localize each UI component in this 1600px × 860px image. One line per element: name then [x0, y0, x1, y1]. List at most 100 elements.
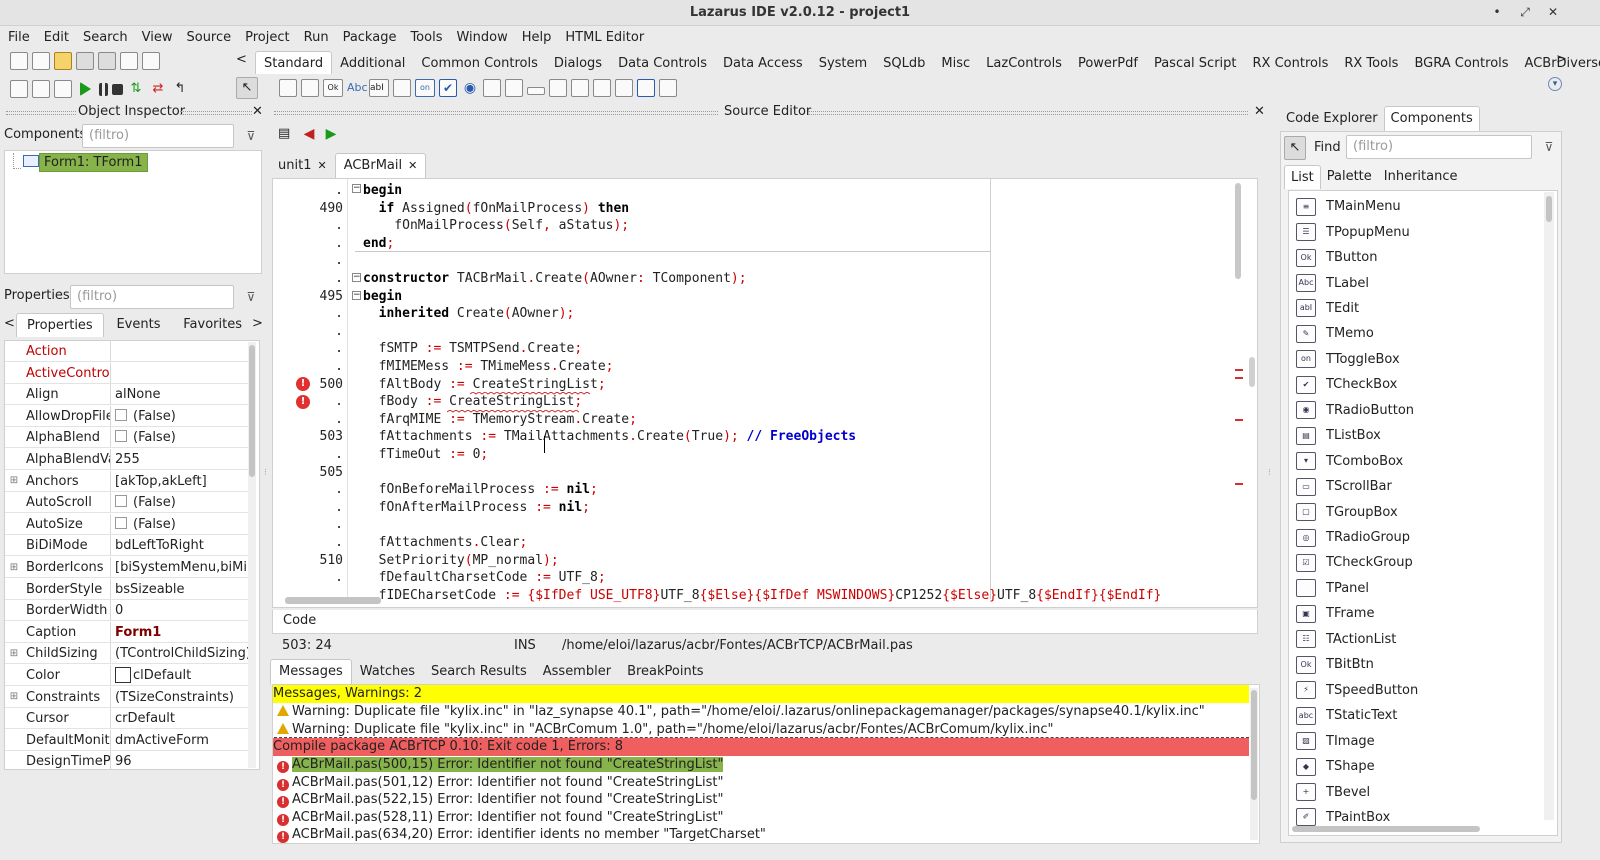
component-list-item[interactable]: Abc TLabel [1290, 270, 1540, 295]
menu-file[interactable]: File [8, 30, 30, 45]
component-list-hscroll[interactable] [1292, 826, 1480, 832]
component-list-item[interactable]: abc TStaticText [1290, 703, 1540, 728]
tframe-palette-icon[interactable] [637, 79, 655, 97]
right-tab-code-explorer[interactable]: Code Explorer [1280, 107, 1384, 131]
tab-events[interactable]: Events [106, 313, 170, 337]
palette-tab-rx-controls[interactable]: RX Controls [1245, 52, 1337, 74]
palette-menu-icon[interactable]: ▾ [1548, 77, 1562, 91]
tradiogroup-palette-icon[interactable] [571, 79, 589, 97]
tscrollbar-palette-icon[interactable] [527, 86, 545, 95]
close-tab-icon[interactable]: ✕ [408, 159, 417, 172]
property-value[interactable]: (False) [111, 406, 255, 426]
step-over-icon[interactable]: ⇄ [149, 80, 167, 98]
property-value[interactable] [111, 341, 255, 361]
tcombobox-palette-icon[interactable] [505, 79, 523, 97]
tab-code[interactable]: Code [283, 613, 316, 628]
palette-tab-powerpdf[interactable]: PowerPdf [1070, 52, 1146, 74]
editor-tab-unit1[interactable]: unit1 ✕ [270, 154, 335, 178]
palette-tab-misc[interactable]: Misc [933, 52, 978, 74]
minimize-button[interactable]: • [1488, 3, 1506, 21]
build-icon[interactable] [54, 80, 72, 98]
pointer-select-icon[interactable]: ↖ [1284, 136, 1306, 160]
palette-tab-standard[interactable]: Standard [255, 51, 333, 74]
code-editor[interactable]: . 490.... 495.... 500.. 503. 505.... 510.. beg… [272, 178, 1258, 608]
menu-html-editor[interactable]: HTML Editor [565, 30, 644, 45]
property-value[interactable]: (False) [111, 427, 255, 447]
tab-favorites[interactable]: Favorites [173, 313, 252, 337]
palette-tab-bgra-controls[interactable]: BGRA Controls [1406, 52, 1516, 74]
tcheckbox-palette-icon[interactable]: ✔ [439, 79, 457, 97]
property-value[interactable]: (False) [111, 492, 255, 512]
maximize-button[interactable]: ⤢ [1516, 3, 1534, 21]
property-row[interactable]: AlphaBlendValue 255 [5, 449, 255, 470]
component-list-item[interactable]: ▢ TGroupBox [1290, 499, 1540, 524]
property-value[interactable]: (TSizeConstraints) [111, 687, 255, 707]
subtab-inheritance[interactable]: Inheritance [1378, 165, 1464, 189]
new-unit-icon[interactable] [10, 52, 28, 70]
pause-icon[interactable] [99, 82, 108, 96]
component-list-item[interactable]: + TBevel [1290, 779, 1540, 804]
tedit-palette-icon[interactable]: abI [369, 79, 389, 97]
component-list-item[interactable]: ▾ TComboBox [1290, 449, 1540, 474]
property-value[interactable]: alNone [111, 384, 255, 404]
checkbox-icon[interactable] [115, 495, 127, 508]
component-list-item[interactable]: ✔ TCheckBox [1290, 372, 1540, 397]
properties-filter-input[interactable]: (filtro) [70, 285, 234, 309]
view-units-icon[interactable] [10, 80, 28, 98]
property-row[interactable]: BiDiMode bdLeftToRight [5, 535, 255, 557]
tgroupbox-palette-icon[interactable] [549, 79, 567, 97]
property-row[interactable]: ⊞ ChildSizing (TControlChildSizing) [5, 643, 255, 665]
property-row[interactable]: ⊞ Anchors [akTop,akLeft] [5, 470, 255, 492]
component-list-item[interactable]: ☷ TActionList [1290, 627, 1540, 652]
subtab-list[interactable]: List [1284, 165, 1321, 189]
checkbox-icon[interactable] [115, 516, 127, 529]
menu-source[interactable]: Source [186, 30, 231, 45]
property-value[interactable]: clDefault [111, 665, 255, 685]
error-marker-icon[interactable]: ! [296, 395, 310, 409]
property-row[interactable]: AutoScroll (False) [5, 492, 255, 514]
nav-back-icon[interactable]: ◀ [300, 125, 318, 143]
property-value[interactable]: 96 [111, 751, 255, 769]
stop-icon[interactable] [112, 83, 123, 95]
palette-scroll-left[interactable]: < [236, 52, 247, 67]
expand-icon[interactable]: ⊞ [5, 475, 23, 486]
menu-run[interactable]: Run [304, 30, 329, 45]
tpopupmenu-palette-icon[interactable] [301, 79, 319, 97]
property-row[interactable]: ⊞ Constraints (TSizeConstraints) [5, 686, 255, 708]
component-list-item[interactable]: ☑ TCheckGroup [1290, 550, 1540, 575]
component-list-item[interactable]: ▣ TFrame [1290, 601, 1540, 626]
run-icon[interactable] [80, 82, 91, 96]
ttogglebox-palette-icon[interactable]: on [415, 79, 435, 97]
property-value[interactable]: [biSystemMenu,biMinimize [111, 557, 255, 577]
open-icon[interactable] [54, 52, 72, 70]
error-line[interactable]: ! ACBrMail.pas(522,15) Error: Identifier … [273, 791, 1249, 809]
save-icon[interactable] [76, 52, 94, 70]
property-row[interactable]: Action [5, 341, 255, 362]
palette-tab-common-controls[interactable]: Common Controls [413, 52, 545, 74]
component-list-item[interactable]: ✎ TMemo [1290, 321, 1540, 346]
property-value[interactable]: bsSizeable [111, 579, 255, 599]
property-value[interactable] [111, 363, 255, 383]
property-row[interactable]: ActiveControl [5, 362, 255, 384]
error-line[interactable]: ! ACBrMail.pas(634,20) Error: identifier … [273, 826, 1249, 844]
code-hscroll-thumb[interactable] [285, 597, 381, 604]
menu-tools[interactable]: Tools [410, 30, 442, 45]
property-row[interactable]: BorderWidth 0 [5, 600, 255, 622]
new-form-icon[interactable] [32, 52, 50, 70]
close-window-button[interactable]: ✕ [1544, 3, 1562, 21]
step-into-icon[interactable]: ⇅ [127, 80, 145, 98]
component-find-input[interactable]: (filtro) [1346, 135, 1532, 159]
tpanel-palette-icon[interactable] [615, 79, 633, 97]
menu-view[interactable]: View [142, 30, 173, 45]
property-value[interactable]: 255 [111, 449, 255, 469]
tradiobutton-palette-icon[interactable]: ◉ [461, 79, 479, 97]
view-forms-icon[interactable] [142, 52, 160, 70]
close-object-inspector-icon[interactable]: ✕ [252, 104, 263, 119]
step-out-icon[interactable]: ↰ [171, 80, 189, 98]
properties-filter-clear-icon[interactable]: ⊽ [240, 286, 262, 308]
editor-menu-icon[interactable]: ▤ [278, 125, 296, 143]
property-value[interactable]: (TControlChildSizing) [111, 643, 255, 663]
tactionlist-palette-icon[interactable] [659, 79, 677, 97]
property-row[interactable]: Caption Form1 [5, 621, 255, 643]
component-list-item[interactable]: Ok TButton [1290, 245, 1540, 270]
